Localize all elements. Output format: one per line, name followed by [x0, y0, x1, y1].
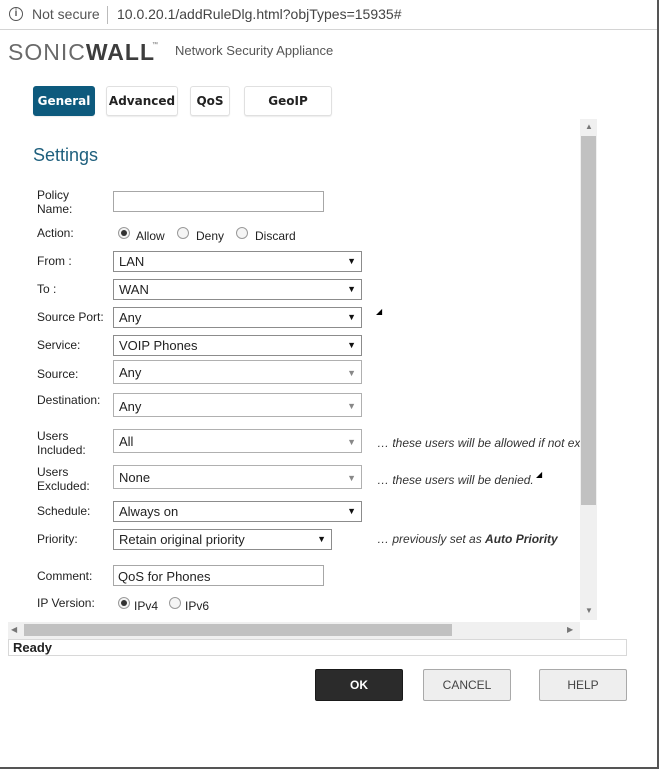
priority-value: Retain original priority [119, 532, 245, 547]
priority-select[interactable]: Retain original priority ▼ [113, 529, 332, 550]
security-label: Not secure [32, 6, 100, 22]
sonicwall-logo: SONICWALL [8, 39, 155, 66]
help-button[interactable]: HELP [539, 669, 627, 701]
ip-version-label: IP Version: [37, 596, 95, 610]
tab-qos[interactable]: QoS [190, 86, 230, 116]
chevron-down-icon: ▼ [347, 437, 356, 447]
destination-value: Any [119, 399, 142, 414]
logo-part-wall: WALL [85, 39, 155, 65]
action-allow-label: Allow [136, 229, 165, 243]
from-value: LAN [119, 254, 145, 269]
app-subtitle: Network Security Appliance [175, 43, 334, 58]
service-label: Service: [37, 338, 81, 352]
address-divider [107, 6, 108, 24]
tab-advanced[interactable]: Advanced [106, 86, 178, 116]
schedule-label: Schedule: [37, 504, 91, 518]
chevron-down-icon: ▼ [347, 340, 356, 350]
destination-select[interactable]: Any ▼ [113, 393, 362, 417]
tab-geoip[interactable]: GeoIP [244, 86, 332, 116]
trademark-mark: ™ [152, 42, 158, 48]
ok-button[interactable]: OK [315, 669, 403, 701]
action-discard-radio[interactable] [236, 227, 248, 239]
scroll-right-icon[interactable]: ▶ [567, 625, 573, 634]
chevron-down-icon: ▼ [347, 506, 356, 516]
users-included-value: All [119, 434, 134, 449]
source-port-value: Any [119, 310, 142, 325]
policy-name-input[interactable] [113, 191, 324, 212]
to-value: WAN [119, 282, 149, 297]
action-label: Action: [37, 226, 74, 240]
destination-label: Destination: [37, 393, 101, 407]
chevron-down-icon: ▼ [347, 473, 356, 483]
scroll-down-icon[interactable]: ▼ [585, 606, 593, 615]
field-marker-icon: ◢ [376, 307, 383, 316]
action-deny-label: Deny [196, 229, 225, 243]
ip-version-ipv6-radio[interactable] [169, 597, 181, 609]
from-label: From : [37, 254, 72, 268]
chevron-down-icon: ▼ [347, 256, 356, 266]
horizontal-scrollbar-thumb[interactable] [24, 624, 452, 636]
schedule-select[interactable]: Always on ▼ [113, 501, 362, 522]
to-select[interactable]: WAN ▼ [113, 279, 362, 300]
service-select[interactable]: VOIP Phones ▼ [113, 335, 362, 356]
settings-title: Settings [33, 145, 99, 165]
scroll-up-icon[interactable]: ▲ [585, 122, 593, 131]
cancel-button[interactable]: CANCEL [423, 669, 511, 701]
chevron-down-icon: ▼ [317, 534, 326, 544]
policy-name-label: Policy Name: [37, 188, 73, 216]
chevron-down-icon: ▼ [347, 401, 356, 411]
users-excluded-label: Users Excluded: [37, 465, 90, 493]
schedule-value: Always on [119, 504, 179, 519]
chevron-down-icon: ▼ [347, 284, 356, 294]
comment-input[interactable]: QoS for Phones [113, 565, 324, 586]
action-deny-radio[interactable] [177, 227, 189, 239]
source-select[interactable]: Any ▼ [113, 360, 362, 384]
users-excluded-value: None [119, 470, 151, 485]
source-label: Source: [37, 367, 79, 381]
logo-part-sonic: SONIC [8, 39, 86, 65]
tab-general[interactable]: General [33, 86, 95, 116]
service-value: VOIP Phones [119, 338, 198, 353]
ip-version-ipv6-label: IPv6 [185, 599, 210, 613]
users-included-note: … these users will be allowed if not ex [377, 436, 581, 450]
priority-note: … previously set as Auto Priority [377, 532, 558, 546]
users-excluded-note: … these users will be denied. [377, 473, 534, 487]
ip-version-ipv4-radio[interactable] [118, 597, 130, 609]
users-excluded-select[interactable]: None ▼ [113, 465, 362, 489]
source-port-select[interactable]: Any ▼ [113, 307, 362, 328]
action-allow-radio[interactable] [118, 227, 130, 239]
ip-version-ipv4-label: IPv4 [134, 599, 159, 613]
source-port-label: Source Port: [37, 310, 104, 324]
vertical-scrollbar-thumb[interactable] [581, 136, 596, 505]
url-text[interactable]: 10.0.20.1/addRuleDlg.html?objTypes=15935… [117, 6, 401, 22]
from-select[interactable]: LAN ▼ [113, 251, 362, 272]
action-discard-label: Discard [255, 229, 296, 243]
chevron-down-icon: ▼ [347, 368, 356, 378]
users-included-select[interactable]: All ▼ [113, 429, 362, 453]
users-included-label: Users Included: [37, 429, 86, 457]
chevron-down-icon: ▼ [347, 312, 356, 322]
comment-label: Comment: [37, 569, 93, 583]
priority-label: Priority: [37, 532, 78, 546]
address-bar[interactable]: i Not secure 10.0.20.1/addRuleDlg.html?o… [0, 0, 657, 30]
info-icon[interactable]: i [9, 7, 23, 21]
priority-note-value: Auto Priority [485, 532, 558, 546]
source-value: Any [119, 365, 142, 380]
status-bar: Ready [8, 639, 627, 656]
to-label: To : [37, 282, 57, 296]
field-marker-icon: ◢ [536, 470, 543, 479]
scroll-left-icon[interactable]: ◀ [11, 625, 17, 634]
priority-note-prefix: … previously set as [377, 532, 486, 546]
